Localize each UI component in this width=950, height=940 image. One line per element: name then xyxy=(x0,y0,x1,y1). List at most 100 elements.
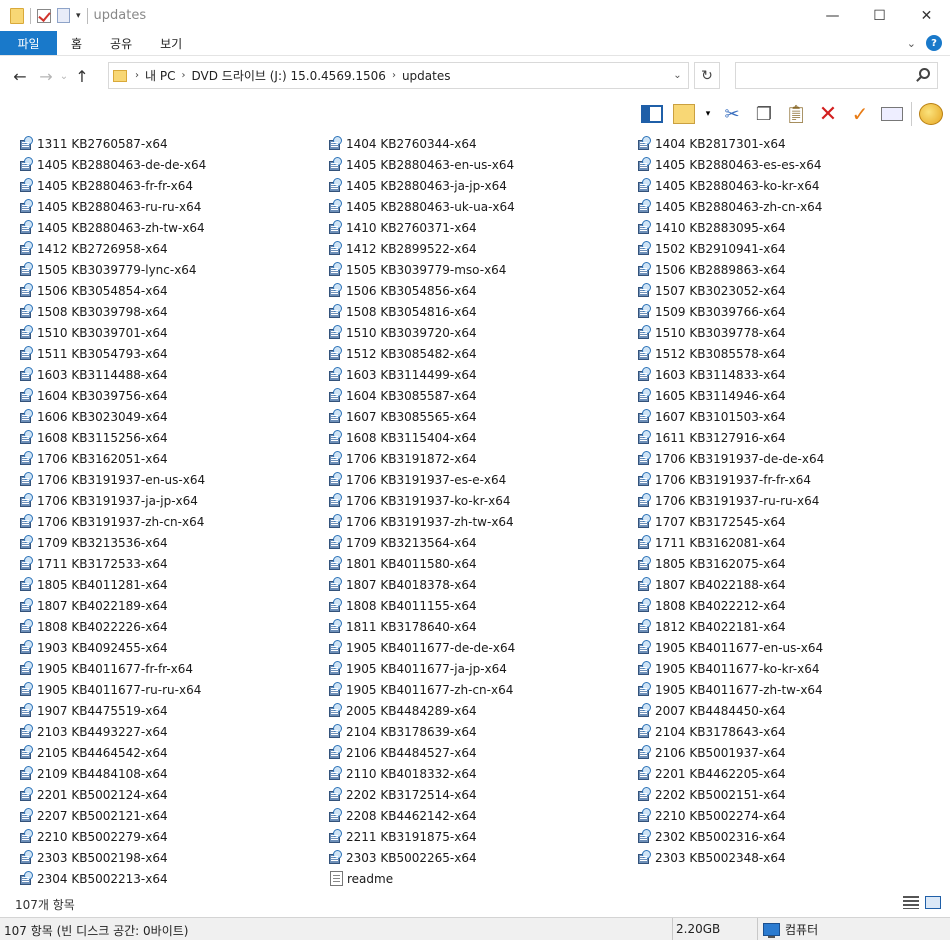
file-item[interactable]: 1608 KB3115404-x64 xyxy=(328,427,515,448)
file-item[interactable]: 1512 KB3085578-x64 xyxy=(637,343,824,364)
file-item[interactable]: 1405 KB2880463-ja-jp-x64 xyxy=(328,175,515,196)
file-item[interactable]: 1505 KB3039779-lync-x64 xyxy=(19,259,206,280)
file-item[interactable]: 2304 KB5002213-x64 xyxy=(19,868,206,889)
file-item[interactable]: 2302 KB5002316-x64 xyxy=(637,826,824,847)
file-item[interactable]: 1603 KB3114499-x64 xyxy=(328,364,515,385)
file-item[interactable]: 2104 KB3178643-x64 xyxy=(637,721,824,742)
file-item[interactable]: 1502 KB2910941-x64 xyxy=(637,238,824,259)
file-item[interactable]: 1706 KB3191937-fr-fr-x64 xyxy=(637,469,824,490)
file-item[interactable]: 1706 KB3162051-x64 xyxy=(19,448,206,469)
file-item[interactable]: 1412 KB2899522-x64 xyxy=(328,238,515,259)
file-item[interactable]: 1706 KB3191937-ru-ru-x64 xyxy=(637,490,824,511)
file-item[interactable]: 1505 KB3039779-mso-x64 xyxy=(328,259,515,280)
file-item[interactable]: 1805 KB4011281-x64 xyxy=(19,574,206,595)
properties-icon[interactable] xyxy=(37,8,51,23)
file-item[interactable]: 2207 KB5002121-x64 xyxy=(19,805,206,826)
file-item[interactable]: 2210 KB5002279-x64 xyxy=(19,826,206,847)
file-item[interactable]: 2110 KB4018332-x64 xyxy=(328,763,515,784)
chevron-right-icon[interactable]: › xyxy=(135,70,139,81)
close-button[interactable]: ✕ xyxy=(903,0,950,31)
check-icon[interactable]: ✓ xyxy=(847,101,873,127)
tab-file[interactable]: 파일 xyxy=(0,31,57,55)
file-item[interactable]: 1510 KB3039778-x64 xyxy=(637,322,824,343)
file-item[interactable]: 2109 KB4484108-x64 xyxy=(19,763,206,784)
back-arrow-icon[interactable]: ← xyxy=(9,67,31,86)
copy-icon[interactable]: ❐ xyxy=(751,101,777,127)
address-dropdown-icon[interactable]: ⌄ xyxy=(666,63,688,88)
file-item[interactable]: 1510 KB3039720-x64 xyxy=(328,322,515,343)
file-item[interactable]: 1805 KB3162075-x64 xyxy=(637,553,824,574)
details-view-icon[interactable] xyxy=(903,896,919,909)
new-folder-icon[interactable] xyxy=(57,8,70,23)
file-item[interactable]: 1905 KB4011677-zh-cn-x64 xyxy=(328,679,515,700)
up-arrow-icon[interactable]: ↑ xyxy=(71,67,93,86)
file-item[interactable]: 1405 KB2880463-de-de-x64 xyxy=(19,154,206,175)
file-item[interactable]: 1706 KB3191937-en-us-x64 xyxy=(19,469,206,490)
forward-arrow-icon[interactable]: → xyxy=(35,67,57,86)
file-item[interactable]: 1606 KB3023049-x64 xyxy=(19,406,206,427)
cut-icon[interactable]: ✂ xyxy=(719,101,745,127)
file-item[interactable]: 1607 KB3085565-x64 xyxy=(328,406,515,427)
minimize-button[interactable]: — xyxy=(809,0,856,31)
expand-ribbon-icon[interactable]: ⌄ xyxy=(907,37,916,50)
mail-icon[interactable] xyxy=(879,101,905,127)
file-item[interactable]: 1607 KB3101503-x64 xyxy=(637,406,824,427)
file-item[interactable]: 1506 KB3054856-x64 xyxy=(328,280,515,301)
file-item[interactable]: 1811 KB3178640-x64 xyxy=(328,616,515,637)
file-item[interactable]: 1905 KB4011677-fr-fr-x64 xyxy=(19,658,206,679)
file-item[interactable]: 2104 KB3178639-x64 xyxy=(328,721,515,742)
file-item[interactable]: 2105 KB4464542-x64 xyxy=(19,742,206,763)
file-item[interactable]: 1311 KB2760587-x64 xyxy=(19,133,206,154)
file-item[interactable]: 1404 KB2760344-x64 xyxy=(328,133,515,154)
file-item[interactable]: 1706 KB3191937-zh-tw-x64 xyxy=(328,511,515,532)
file-item[interactable]: 1807 KB4022188-x64 xyxy=(637,574,824,595)
large-icons-view-icon[interactable] xyxy=(925,896,941,909)
file-item[interactable]: 1905 KB4011677-zh-tw-x64 xyxy=(637,679,824,700)
file-item[interactable]: 2210 KB5002274-x64 xyxy=(637,805,824,826)
file-item[interactable]: 1905 KB4011677-ru-ru-x64 xyxy=(19,679,206,700)
breadcrumb-updates[interactable]: updates xyxy=(402,69,451,83)
tab-view[interactable]: 보기 xyxy=(146,31,196,55)
pane-icon[interactable] xyxy=(639,101,665,127)
file-item[interactable]: 2303 KB5002348-x64 xyxy=(637,847,824,868)
file-item[interactable]: 1405 KB2880463-ru-ru-x64 xyxy=(19,196,206,217)
file-item[interactable]: 1706 KB3191937-ja-jp-x64 xyxy=(19,490,206,511)
file-item[interactable]: 1905 KB4011677-en-us-x64 xyxy=(637,637,824,658)
file-item[interactable]: 2007 KB4484450-x64 xyxy=(637,700,824,721)
file-item[interactable]: 2202 KB5002151-x64 xyxy=(637,784,824,805)
refresh-icon[interactable]: ↻ xyxy=(694,62,720,89)
file-item[interactable]: 1405 KB2880463-zh-cn-x64 xyxy=(637,196,824,217)
file-item[interactable]: 1405 KB2880463-es-es-x64 xyxy=(637,154,824,175)
file-item[interactable]: 1508 KB3039798-x64 xyxy=(19,301,206,322)
delete-icon[interactable]: ✕ xyxy=(815,101,841,127)
file-item[interactable]: 1801 KB4011580-x64 xyxy=(328,553,515,574)
view-icon[interactable] xyxy=(671,101,697,127)
file-item[interactable]: 1506 KB2889863-x64 xyxy=(637,259,824,280)
file-item[interactable]: 1509 KB3039766-x64 xyxy=(637,301,824,322)
file-item[interactable]: 1410 KB2883095-x64 xyxy=(637,217,824,238)
file-item[interactable]: 1605 KB3114946-x64 xyxy=(637,385,824,406)
file-item[interactable]: 1604 KB3039756-x64 xyxy=(19,385,206,406)
file-item[interactable]: 1405 KB2880463-uk-ua-x64 xyxy=(328,196,515,217)
file-item[interactable]: 1410 KB2760371-x64 xyxy=(328,217,515,238)
folder-icon[interactable] xyxy=(10,7,24,24)
file-item[interactable]: 1706 KB3191937-es-e-x64 xyxy=(328,469,515,490)
file-item[interactable]: 1707 KB3172545-x64 xyxy=(637,511,824,532)
file-item[interactable]: 1603 KB3114488-x64 xyxy=(19,364,206,385)
file-item[interactable]: 1812 KB4022181-x64 xyxy=(637,616,824,637)
file-item[interactable]: 2005 KB4484289-x64 xyxy=(328,700,515,721)
file-item[interactable]: 2303 KB5002265-x64 xyxy=(328,847,515,868)
breadcrumb-this-pc[interactable]: 내 PC xyxy=(145,67,175,84)
file-item[interactable]: 1808 KB4011155-x64 xyxy=(328,595,515,616)
shell-icon[interactable] xyxy=(918,101,944,127)
file-item[interactable]: 2303 KB5002198-x64 xyxy=(19,847,206,868)
file-item[interactable]: 1905 KB4011677-de-de-x64 xyxy=(328,637,515,658)
file-item[interactable]: 1711 KB3162081-x64 xyxy=(637,532,824,553)
file-item[interactable]: 1711 KB3172533-x64 xyxy=(19,553,206,574)
file-item[interactable]: 1807 KB4018378-x64 xyxy=(328,574,515,595)
file-item[interactable]: 1603 KB3114833-x64 xyxy=(637,364,824,385)
file-item[interactable]: 1511 KB3054793-x64 xyxy=(19,343,206,364)
file-item[interactable]: 1405 KB2880463-fr-fr-x64 xyxy=(19,175,206,196)
file-item[interactable]: 1808 KB4022226-x64 xyxy=(19,616,206,637)
file-item[interactable]: 1510 KB3039701-x64 xyxy=(19,322,206,343)
